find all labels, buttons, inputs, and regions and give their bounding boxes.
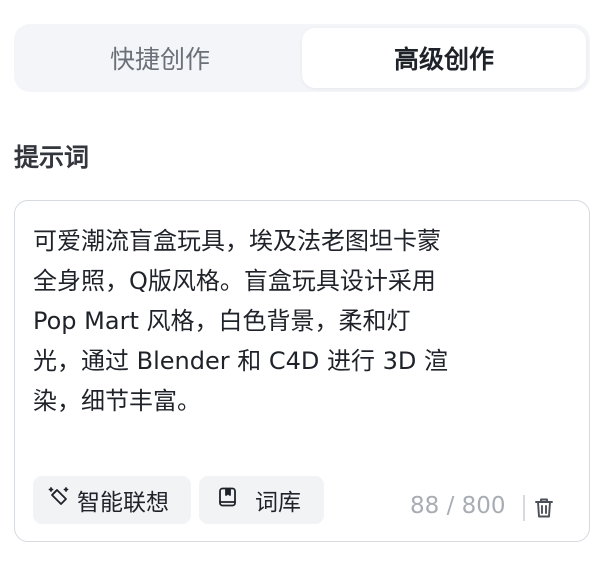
- prompt-input-box[interactable]: 可爱潮流盲盒玩具，埃及法老图坦卡蒙 全身照，Q版风格。盲盒玩具设计采用 Pop …: [14, 200, 590, 542]
- prompt-textarea[interactable]: 可爱潮流盲盒玩具，埃及法老图坦卡蒙 全身照，Q版风格。盲盒玩具设计采用 Pop …: [33, 221, 553, 421]
- divider: [523, 495, 525, 521]
- book-icon: [217, 486, 239, 514]
- character-counter: 88 / 800: [410, 493, 506, 519]
- trash-icon[interactable]: [531, 495, 557, 521]
- smart-association-label: 智能联想: [77, 490, 169, 516]
- tab-quick-create[interactable]: 快捷创作: [18, 28, 302, 88]
- creation-mode-switch: 快捷创作 高级创作: [14, 24, 590, 92]
- magic-wand-icon: [47, 485, 71, 515]
- smart-association-button[interactable]: 智能联想: [33, 476, 191, 524]
- word-library-label: 词库: [255, 490, 301, 516]
- prompt-section-title: 提示词: [14, 143, 90, 172]
- tab-advanced-create[interactable]: 高级创作: [302, 28, 586, 88]
- word-library-button[interactable]: 词库: [199, 476, 324, 524]
